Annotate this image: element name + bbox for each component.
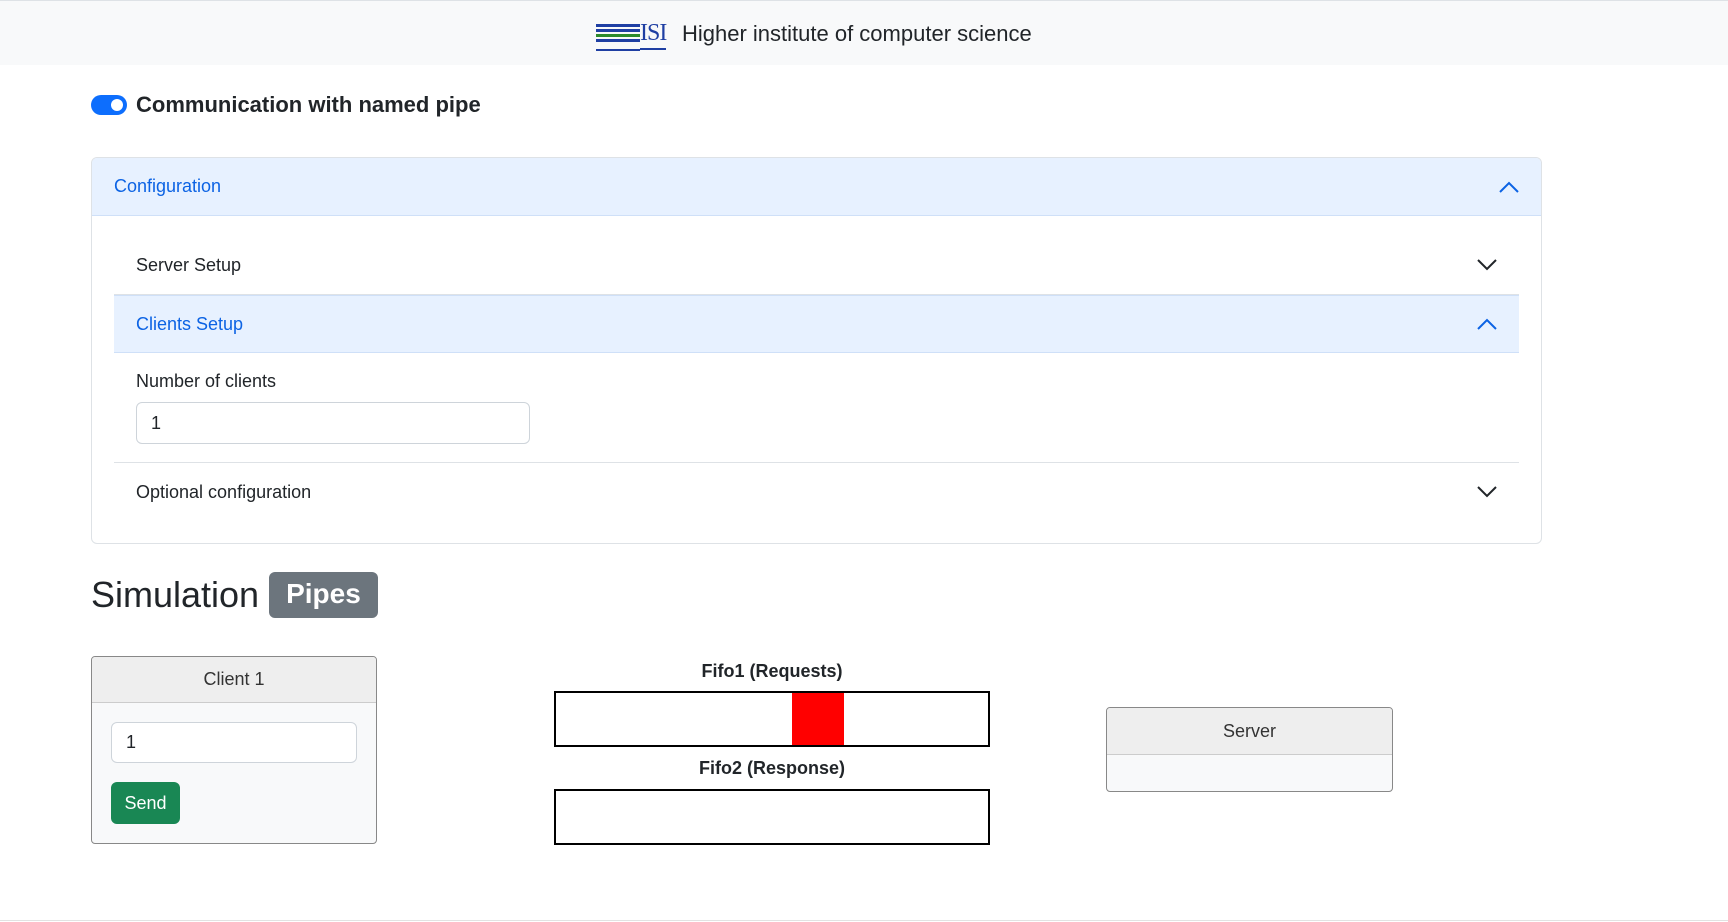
number-of-clients-input[interactable] [136,402,530,444]
server-setup-title: Server Setup [136,254,242,275]
clients-setup-header[interactable]: Clients Setup [114,295,1519,353]
chevron-down-icon [1477,255,1497,275]
send-button[interactable]: Send [111,782,180,824]
server-card: Server [1106,707,1393,792]
configuration-body: Server Setup Clients Setup Number of cli… [92,216,1541,521]
page-bottom-divider [0,920,1728,921]
configuration-accordion: Configuration Server Setup Clients Setup… [91,157,1542,544]
configuration-title: Configuration [114,176,222,196]
fifo2-label: Fifo2 (Response) [698,758,845,778]
clients-setup-item: Clients Setup Number of clients [114,295,1519,463]
top-navbar: ISI Higher institute of computer science [0,0,1728,65]
simulation-heading: Simulation Pipes [91,572,378,618]
site-title: Higher institute of computer science [682,21,1032,46]
client-card-title: Client 1 [92,657,376,703]
toggle-switch-icon[interactable] [91,95,127,115]
mode-switch-label: Communication with named pipe [136,92,481,117]
optional-configuration-header[interactable]: Optional configuration [114,463,1519,521]
pipes-badge: Pipes [269,572,378,618]
server-card-title: Server [1107,708,1392,755]
optional-configuration-item: Optional configuration [114,463,1519,521]
fifo1-message [792,693,844,745]
client-card: Client 1 Send [91,656,377,844]
configuration-header[interactable]: Configuration [92,158,1541,216]
logo-graphic [596,17,640,51]
mode-switch-row: Communication with named pipe [91,92,481,118]
chevron-up-icon [1477,314,1497,334]
number-of-clients-label: Number of clients [136,371,277,391]
clients-setup-body: Number of clients [114,353,1519,462]
optional-configuration-title: Optional configuration [136,481,312,502]
fifo1-pipe [554,691,990,747]
simulation-title: Simulation [91,574,260,615]
fifo1-label: Fifo1 (Requests) [701,661,843,681]
server-setup-header[interactable]: Server Setup [114,236,1519,294]
client-message-input[interactable] [111,722,357,763]
brand[interactable]: ISI Higher institute of computer science [596,17,1032,51]
clients-setup-title: Clients Setup [136,313,244,334]
chevron-up-icon [1499,177,1519,197]
server-setup-item: Server Setup [114,236,1519,295]
chevron-down-icon [1477,482,1497,502]
fifo2-pipe [554,789,990,845]
isi-logo: ISI [596,17,674,51]
logo-text: ISI [640,18,667,50]
